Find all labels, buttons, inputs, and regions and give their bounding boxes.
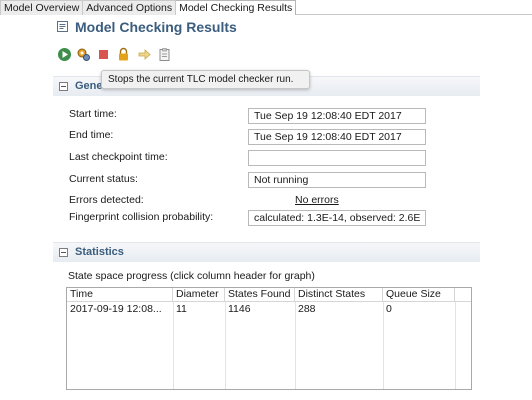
- cell-distinct-states: 288: [298, 303, 316, 315]
- settings-gear-icon[interactable]: [76, 47, 91, 62]
- collapse-toggle-icon[interactable]: [59, 82, 68, 91]
- current-status-label: Current status:: [69, 173, 138, 185]
- results-icon: [56, 20, 69, 33]
- column-header-time[interactable]: Time: [67, 288, 173, 302]
- column-divider: [173, 302, 174, 389]
- last-checkpoint-field[interactable]: [248, 150, 426, 166]
- cell-queue-size: 0: [386, 303, 392, 315]
- column-header-distinct-states[interactable]: Distinct States: [295, 288, 383, 302]
- statistics-section-title: Statistics: [75, 246, 124, 258]
- cell-time: 2017-09-19 12:08...: [70, 303, 162, 315]
- start-time-label: Start time:: [69, 108, 117, 120]
- table-row[interactable]: 2017-09-19 12:08... 11 1146 288 0: [67, 302, 471, 318]
- end-time-label: End time:: [69, 129, 114, 141]
- last-checkpoint-label: Last checkpoint time:: [69, 151, 168, 163]
- end-time-field[interactable]: Tue Sep 19 12:08:40 EDT 2017: [248, 129, 426, 145]
- cell-states-found: 1146: [228, 303, 251, 315]
- fingerprint-field[interactable]: calculated: 1.3E-14, observed: 2.6E: [248, 210, 426, 226]
- errors-link[interactable]: No errors: [295, 194, 339, 206]
- state-space-caption: State space progress (click column heade…: [68, 270, 315, 282]
- table-header: Time Diameter States Found Distinct Stat…: [67, 288, 471, 302]
- column-header-states-found[interactable]: States Found: [225, 288, 295, 302]
- editor-tab-bar: Model Overview Advanced Options Model Ch…: [0, 0, 532, 15]
- page-title: Model Checking Results: [75, 19, 237, 35]
- column-header-diameter[interactable]: Diameter: [173, 288, 225, 302]
- lock-icon[interactable]: [116, 47, 131, 62]
- column-divider: [295, 302, 296, 389]
- column-divider: [225, 302, 226, 389]
- column-divider: [455, 302, 456, 389]
- fingerprint-label: Fingerprint collision probability:: [69, 211, 214, 223]
- tab-bar-filler: [296, 0, 532, 15]
- tab-model-checking-results[interactable]: Model Checking Results: [176, 0, 297, 15]
- arrow-icon[interactable]: [137, 47, 152, 62]
- statistics-section-header[interactable]: Statistics: [53, 242, 480, 262]
- collapse-toggle-icon[interactable]: [59, 248, 68, 257]
- state-space-table: Time Diameter States Found Distinct Stat…: [66, 287, 472, 390]
- column-header-queue-size[interactable]: Queue Size: [383, 288, 455, 302]
- column-divider: [383, 302, 384, 389]
- errors-detected-label: Errors detected:: [69, 194, 144, 206]
- run-icon[interactable]: [57, 47, 72, 62]
- stop-tooltip: Stops the current TLC model checker run.: [101, 70, 310, 89]
- results-toolbar: [55, 47, 185, 64]
- current-status-field[interactable]: Not running: [248, 172, 426, 188]
- cell-diameter: 11: [176, 303, 187, 315]
- stop-icon[interactable]: [96, 47, 111, 62]
- start-time-field[interactable]: Tue Sep 19 12:08:40 EDT 2017: [248, 108, 426, 124]
- tab-advanced-options[interactable]: Advanced Options: [83, 0, 177, 15]
- clipboard-icon[interactable]: [157, 47, 172, 62]
- tab-model-overview[interactable]: Model Overview: [0, 0, 84, 15]
